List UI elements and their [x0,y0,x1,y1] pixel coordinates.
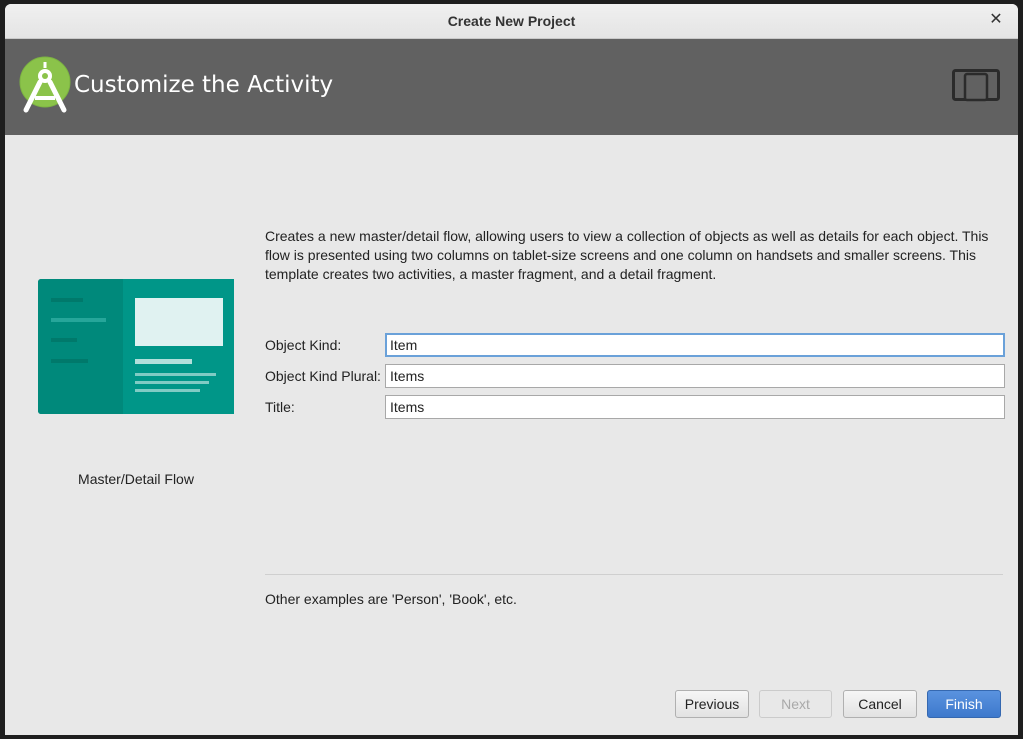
activity-template-preview [38,279,234,414]
template-caption: Master/Detail Flow [78,471,194,487]
title-bar: Create New Project ✕ [5,4,1018,39]
window-title: Create New Project [447,13,576,29]
hint-text: Other examples are 'Person', 'Book', etc… [265,591,517,607]
header-title: Customize the Activity [74,72,334,98]
dialog-window: Create New Project ✕ Customize the Activ… [5,4,1018,735]
object-kind-plural-label: Object Kind Plural: [265,368,381,384]
title-input[interactable] [385,395,1005,419]
tablet-phone-icon [952,69,1000,102]
finish-button[interactable]: Finish [927,690,1001,718]
cancel-button[interactable]: Cancel [843,690,917,718]
previous-button[interactable]: Previous [675,690,749,718]
header-banner: Customize the Activity [5,39,1018,135]
android-studio-logo-icon [19,56,71,113]
object-kind-input[interactable] [385,333,1005,357]
object-kind-plural-input[interactable] [385,364,1005,388]
divider [265,574,1003,575]
template-description: Creates a new master/detail flow, allowi… [265,228,989,282]
title-label: Title: [265,399,295,415]
object-kind-label: Object Kind: [265,337,342,353]
next-button[interactable]: Next [759,690,832,718]
close-icon[interactable]: ✕ [986,10,1006,30]
